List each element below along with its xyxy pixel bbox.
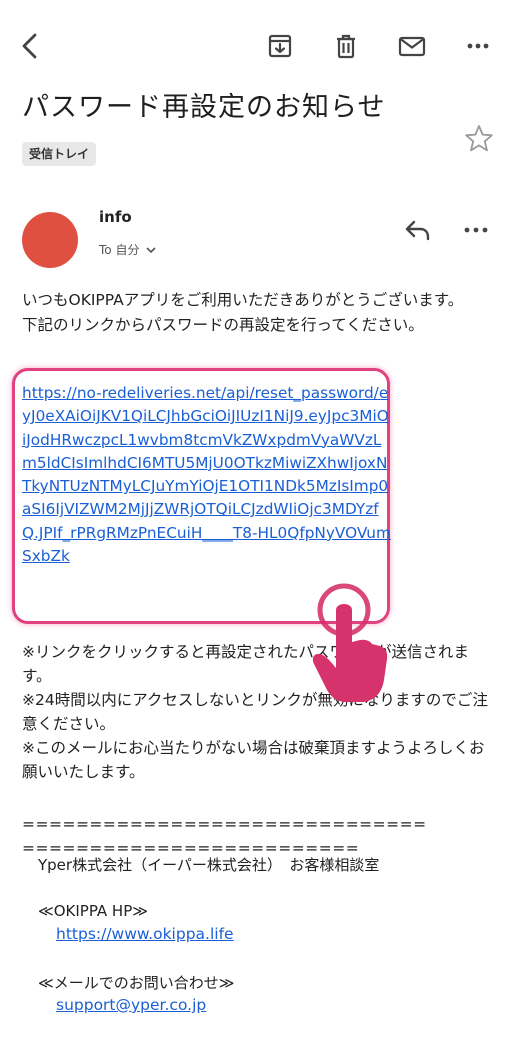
support-email-link[interactable]: support@yper.co.jp <box>56 996 206 1014</box>
more-button[interactable] <box>460 28 496 64</box>
homepage-link[interactable]: https://www.okippa.life <box>56 925 234 943</box>
sender-avatar <box>22 212 78 268</box>
archive-button[interactable] <box>262 28 298 64</box>
delete-button[interactable] <box>328 28 364 64</box>
archive-icon <box>268 34 292 58</box>
email-subject: パスワード再設定のお知らせ <box>22 92 386 123</box>
top-toolbar <box>0 0 517 92</box>
more-horizontal-icon <box>467 43 489 49</box>
more-horizontal-icon[interactable] <box>458 212 494 248</box>
back-button[interactable] <box>12 28 48 64</box>
note-2: ※24時間以内にアクセスしないとリンクが無効になりますのでご注意ください。 <box>22 691 488 733</box>
chevron-down-icon <box>146 246 157 253</box>
email-body-intro: いつもOKIPPAアプリをご利用いただきありがとうございます。 下記のリンクから… <box>22 288 492 338</box>
mail-contact-label: ≪メールでのお問い合わせ≫ <box>38 974 235 992</box>
trash-icon <box>337 34 355 59</box>
note-1: ※リンクをクリックすると再設定されたパスワードが送信されます。 <box>22 643 469 685</box>
reply-icon[interactable] <box>400 212 436 248</box>
hp-label: ≪OKIPPA HP≫ <box>38 902 148 920</box>
recipient-details[interactable]: To 自分 <box>99 241 157 258</box>
separator: ============================== =========… <box>22 812 427 860</box>
sender-name: info <box>99 208 132 226</box>
mark-unread-button[interactable] <box>394 28 430 64</box>
chevron-left-icon <box>22 33 37 59</box>
instruction-text: 下記のリンクからパスワードの再設定を行ってください。 <box>22 316 424 334</box>
recipient-label: To 自分 <box>99 243 140 257</box>
email-notes: ※リンクをクリックすると再設定されたパスワードが送信されます。 ※24時間以内に… <box>22 640 492 784</box>
reset-password-link[interactable]: https://no-redeliveries.net/api/reset_pa… <box>22 382 392 568</box>
inbox-label[interactable]: 受信トレイ <box>22 142 97 166</box>
tap-hand-icon <box>312 583 388 702</box>
note-3: ※このメールにお心当たりがない場合は破棄頂ますようよろしくお願いいたします。 <box>22 739 485 781</box>
separator-line-1: ============================== <box>22 815 427 833</box>
company-name: Yper株式会社（イーパー株式会社） お客様相談室 <box>38 856 380 874</box>
envelope-icon <box>398 36 426 57</box>
greeting-text: いつもOKIPPAアプリをご利用いただきありがとうございます。 <box>22 291 464 309</box>
star-icon[interactable] <box>462 122 496 156</box>
